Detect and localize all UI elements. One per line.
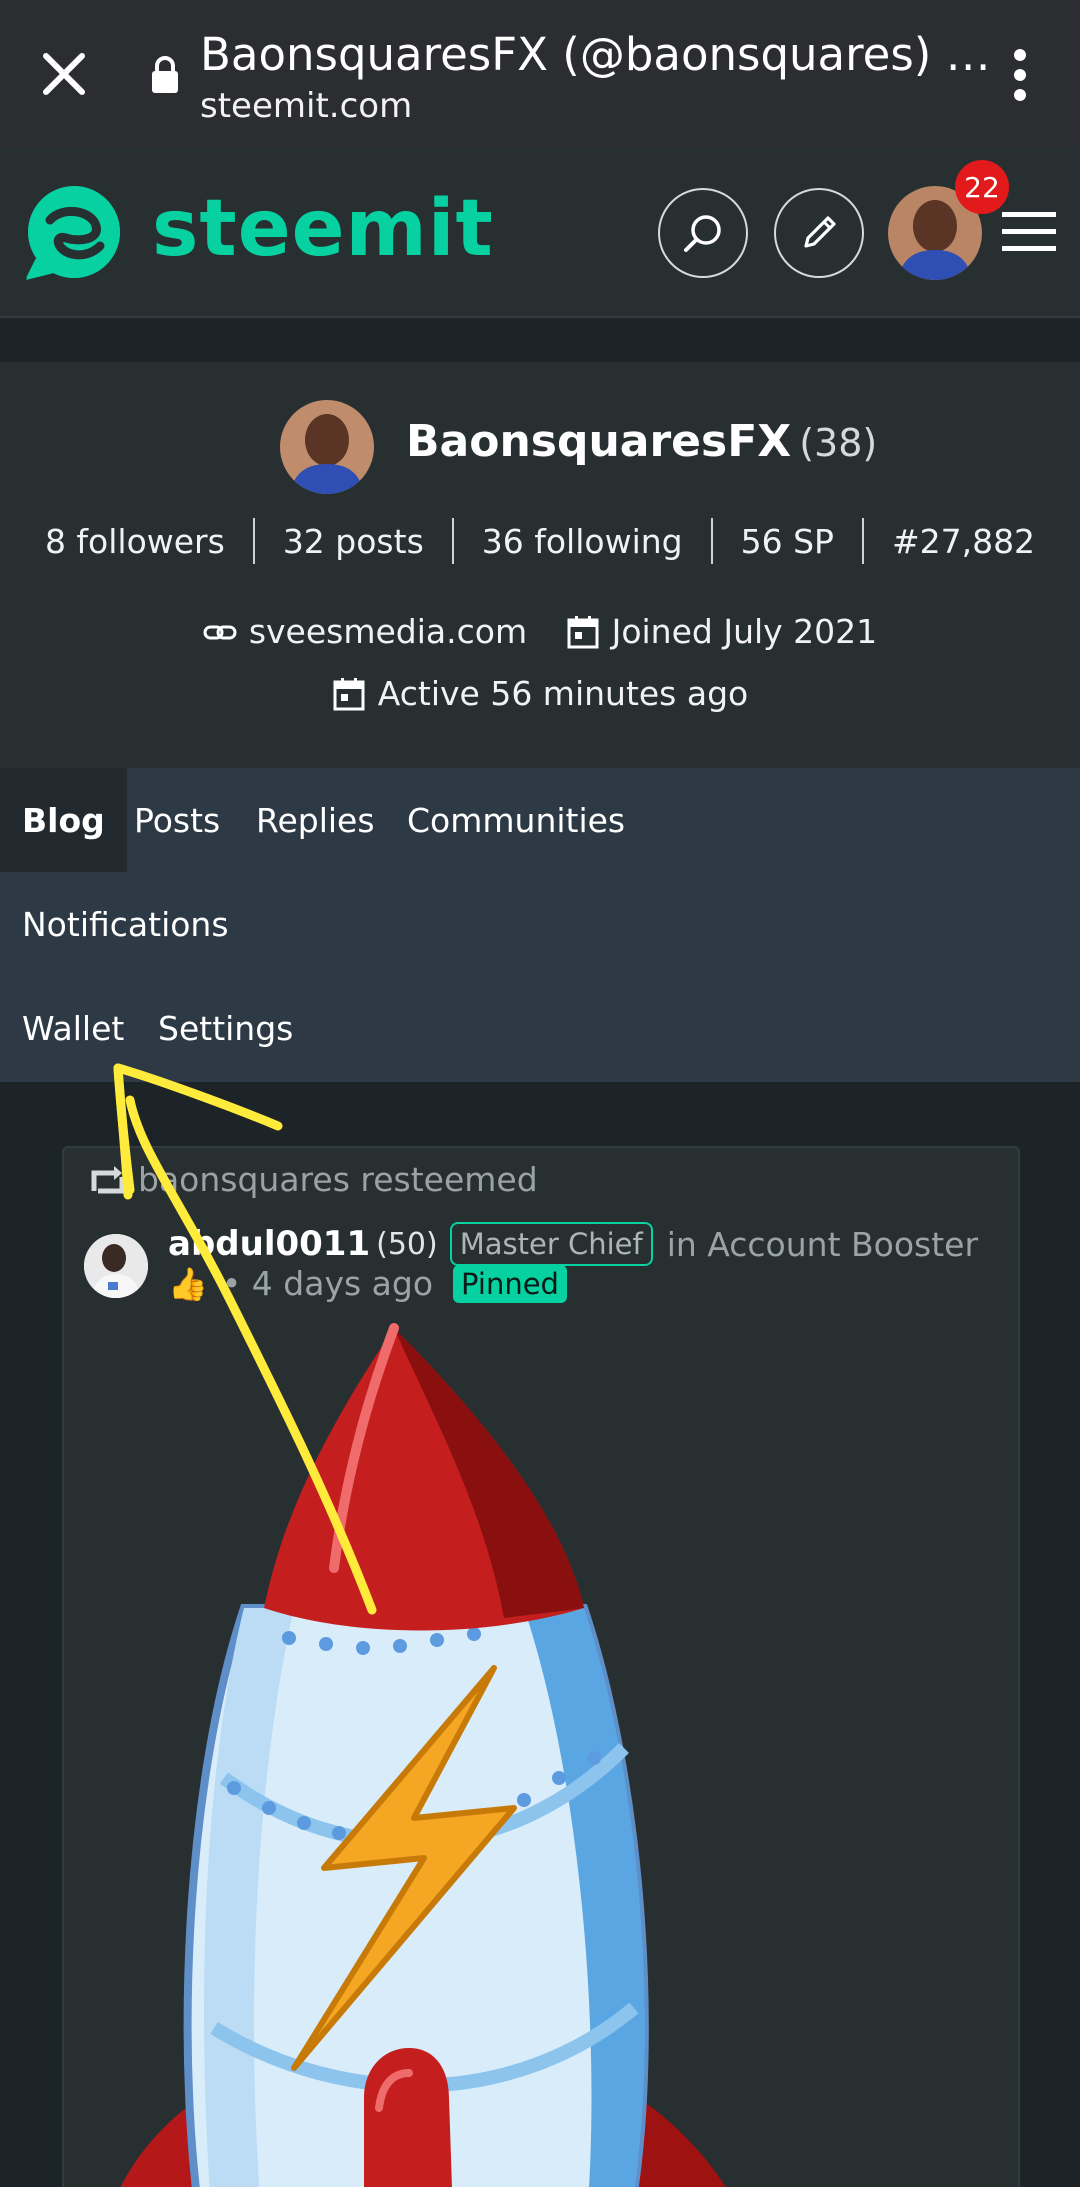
calendar-icon	[567, 616, 599, 649]
tab-posts[interactable]: Posts	[112, 768, 242, 872]
post-author-line: abdul0011 (50) Master Chief in Account B…	[168, 1222, 978, 1266]
steemit-wordmark[interactable]: steemit	[152, 184, 494, 274]
tab-notifications[interactable]: Notifications	[0, 872, 251, 976]
author-avatar[interactable]	[84, 1234, 148, 1298]
author-name[interactable]: abdul0011	[168, 1224, 370, 1264]
close-icon[interactable]	[38, 48, 90, 100]
profile-name: BaonsquaresFX (38)	[406, 416, 877, 467]
resteem-notice: baonsquares resteemed	[88, 1160, 538, 1199]
pencil-icon	[804, 216, 836, 248]
tab-wallet[interactable]: Wallet	[0, 976, 146, 1080]
profile-tabs: Blog Posts Replies Communities Notificat…	[0, 768, 1080, 1082]
active-text: Active 56 minutes ago	[377, 674, 749, 713]
website-text[interactable]: sveesmedia.com	[249, 604, 527, 660]
avatar-photo-icon	[280, 400, 374, 494]
header-divider	[0, 320, 1080, 362]
role-badge: Master Chief	[449, 1222, 653, 1266]
thumbs-up-icon: 👍	[168, 1264, 208, 1303]
pinned-badge: Pinned	[453, 1264, 567, 1303]
author-reputation: (50)	[376, 1226, 438, 1262]
tab-settings[interactable]: Settings	[136, 976, 315, 1080]
rank: #27,882	[861, 518, 1063, 564]
resteem-text[interactable]: baonsquares resteemed	[138, 1160, 538, 1199]
notification-badge[interactable]: 22	[955, 160, 1009, 214]
joined-text: Joined July 2021	[611, 612, 878, 651]
post-card[interactable]: baonsquares resteemed abdul0011 (50) Mas…	[62, 1146, 1020, 2187]
following-count[interactable]: 36 following	[451, 518, 711, 564]
tab-replies[interactable]: Replies	[234, 768, 397, 872]
last-active: Active 56 minutes ago	[332, 666, 748, 722]
profile-stats: 8 followers 32 posts 36 following 56 SP …	[0, 518, 1080, 564]
hamburger-icon[interactable]	[1002, 210, 1056, 254]
link-icon	[203, 625, 237, 640]
lock-icon	[152, 56, 178, 93]
tab-communities[interactable]: Communities	[385, 768, 647, 872]
website-link[interactable]: sveesmedia.com	[203, 604, 527, 660]
site-header: steemit 22	[0, 148, 1080, 318]
post-time-line: 👍 • 4 days ago Pinned	[168, 1264, 567, 1303]
joined-date: Joined July 2021	[566, 604, 878, 660]
search-button[interactable]	[658, 188, 748, 278]
steem-power: 56 SP	[710, 518, 862, 564]
profile-header: BaonsquaresFX (38) 8 followers 32 posts 3…	[0, 362, 1080, 768]
more-vert-icon[interactable]	[1002, 48, 1038, 102]
resteem-icon	[91, 1165, 125, 1193]
profile-meta: sveesmedia.com Joined July 2021 Active 5…	[0, 604, 1080, 728]
followers-count[interactable]: 8 followers	[17, 518, 253, 564]
avatar-photo-icon	[84, 1234, 148, 1298]
browser-toolbar: BaonsquaresFX (@baonsquares) … steemit.c…	[0, 0, 1080, 148]
posts-count: 32 posts	[252, 518, 452, 564]
tab-blog[interactable]: Blog	[0, 768, 127, 872]
compose-button[interactable]	[774, 188, 864, 278]
calendar-icon	[333, 678, 365, 711]
rocket-image[interactable]	[64, 1308, 1020, 2187]
post-time[interactable]: • 4 days ago	[222, 1264, 433, 1303]
profile-display-name: BaonsquaresFX	[406, 416, 792, 467]
community-link[interactable]: in Account Booster	[667, 1225, 978, 1264]
search-icon	[684, 215, 721, 252]
browser-page-title[interactable]: BaonsquaresFX (@baonsquares) …	[200, 28, 991, 81]
profile-avatar[interactable]	[280, 400, 374, 494]
profile-reputation: (38)	[799, 421, 878, 465]
steemit-logo-icon[interactable]	[22, 180, 126, 284]
browser-url[interactable]: steemit.com	[200, 86, 412, 126]
